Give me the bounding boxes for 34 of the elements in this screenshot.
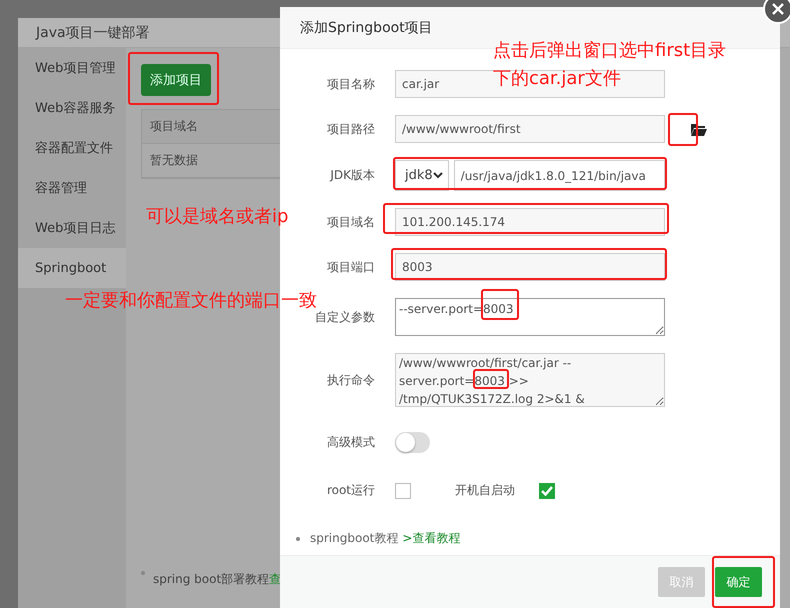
input-field[interactable]: 101.200.145.174 [395, 208, 665, 236]
field-label: 项目域名 [327, 214, 375, 230]
checkbox-label: 开机自启动 [455, 482, 515, 499]
checkbox[interactable] [395, 482, 411, 498]
caret-icon [432, 172, 443, 179]
highlight-frame [712, 556, 775, 608]
sidebar-item[interactable]: Springboot [18, 248, 126, 288]
annotation-text: 可以是域名或者ip [146, 206, 288, 228]
annotation-text: 一定要和你配置文件的端口一致 [65, 290, 317, 311]
help-text: springboot教程 [310, 530, 398, 547]
toggle-switch[interactable] [395, 432, 430, 453]
field-label: 项目端口 [327, 258, 375, 276]
checkbox[interactable] [539, 482, 555, 498]
input-field[interactable]: /www/wwwroot/first [395, 115, 665, 143]
tutorial-link[interactable]: >查看教程 [402, 530, 460, 547]
input-field[interactable]: /usr/java/jdk1.8.0_121/bin/java [454, 160, 665, 191]
version-select[interactable]: jdk8 [395, 160, 449, 191]
confirm-button[interactable]: 确定 [715, 567, 762, 597]
field-label: 执行命令 [327, 372, 375, 388]
field-label: root运行 [326, 482, 375, 499]
add-project-button[interactable]: 添加项目 [141, 64, 211, 96]
folder-icon [690, 122, 706, 136]
highlight-frame [668, 113, 698, 146]
annotation-text: 点击后弹出窗口选中first目录 [493, 40, 726, 62]
field-label: 自定义参数 [315, 308, 375, 326]
dialog-title: Java项目一键部署 [36, 24, 150, 42]
annotation-text: 下的car.jar文件 [493, 68, 621, 90]
field-label: 高级模式 [327, 434, 375, 451]
close-button[interactable] [763, 0, 790, 24]
help-text: spring boot部署教程 [153, 571, 270, 588]
field-label: 项目名称 [327, 76, 375, 92]
close-icon [772, 3, 784, 15]
dialog-title: 添加Springboot项目 [300, 18, 433, 36]
input-field[interactable]: 8003 [395, 253, 665, 281]
